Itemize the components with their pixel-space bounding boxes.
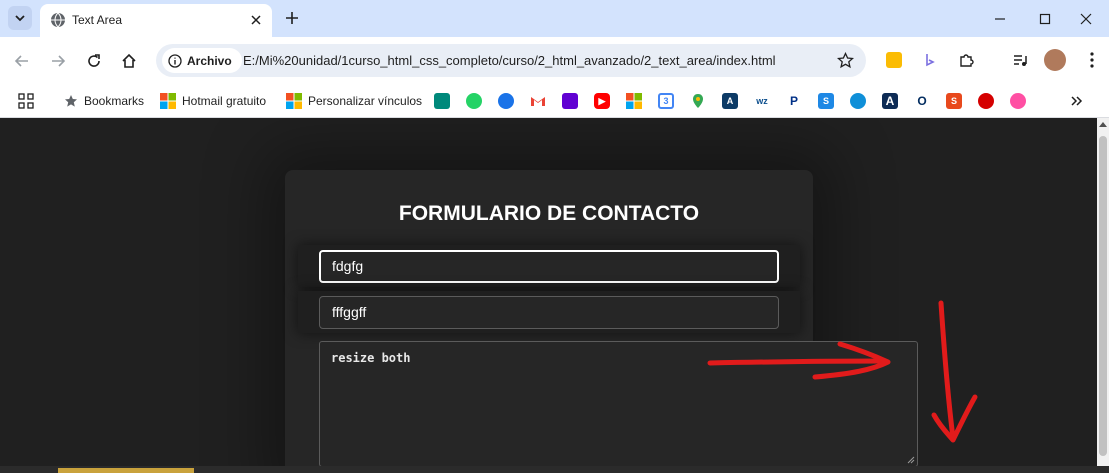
bookmark-whatsapp[interactable] [466, 91, 482, 111]
bookmark-label: Bookmarks [84, 94, 145, 108]
bookmark-maps[interactable] [690, 91, 706, 111]
calendar-icon: 3 [658, 93, 674, 109]
bookmark-calendar[interactable]: 3 [658, 91, 674, 111]
tab-title: Text Area [72, 13, 123, 27]
puzzle-icon[interactable] [956, 50, 976, 70]
bookmark-edge[interactable] [850, 91, 866, 111]
chevron-double-right-icon [1071, 96, 1083, 106]
bookmark-dots[interactable] [978, 91, 994, 111]
bookmark-s[interactable]: S [946, 91, 962, 111]
bing-extension-icon[interactable] [920, 50, 940, 70]
arrow-right-icon [52, 55, 66, 67]
bookmark-atlassian[interactable]: A [722, 91, 738, 111]
skull-icon [1010, 93, 1026, 109]
annotation-arrows [707, 300, 978, 443]
scroll-up-arrow[interactable] [1099, 122, 1107, 127]
bookmark-microsoft[interactable] [626, 91, 642, 111]
home-button[interactable] [117, 49, 141, 73]
bookmarks-overflow-button[interactable] [1070, 91, 1084, 111]
bookmark-label: Personalizar vínculos [308, 94, 423, 108]
maximize-icon [1039, 13, 1051, 24]
bookmark-paypal[interactable]: P [786, 91, 802, 111]
bookmark-sb[interactable]: S [818, 91, 834, 111]
vertical-scrollbar[interactable] [1097, 118, 1109, 473]
arrow-left-icon [14, 55, 28, 67]
arrow-right-annotation [707, 358, 888, 366]
sb-icon: S [818, 93, 834, 109]
site-info-label: Archivo [187, 53, 232, 68]
whatsapp-icon [466, 93, 482, 109]
info-icon [168, 53, 182, 68]
scroll-thumb[interactable] [1099, 136, 1107, 456]
youtube-icon: ▶ [594, 93, 610, 109]
mail-icon [562, 93, 578, 109]
windows-logo-icon [160, 93, 176, 109]
bookmark-wz[interactable]: wz [754, 91, 770, 111]
minimize-icon [995, 17, 1005, 20]
s-icon: S [946, 93, 962, 109]
bookmark-messages[interactable] [498, 91, 514, 111]
map-pin-icon [693, 94, 703, 108]
bookmark-personalizar[interactable]: Personalizar vínculos [286, 91, 422, 111]
paypal-icon: P [786, 93, 802, 109]
media-icon[interactable] [1010, 50, 1030, 70]
arrow-down-head [931, 394, 978, 443]
url-text: E:/Mi%20unidad/1curso_html_css_completo/… [243, 53, 776, 68]
reload-icon [88, 54, 100, 67]
globe-icon [51, 12, 65, 28]
arrow-down-annotation [938, 300, 956, 441]
close-icon [251, 15, 261, 25]
minimize-button[interactable] [977, 0, 1023, 37]
star-icon [65, 95, 77, 107]
tab-text-area[interactable]: Text Area [40, 4, 272, 37]
o2-icon: O [914, 93, 930, 109]
maximize-button[interactable] [1022, 0, 1068, 37]
bookmark-skull[interactable] [1010, 91, 1026, 111]
forward-button[interactable] [46, 49, 70, 73]
chevron-down-icon [15, 15, 25, 22]
keep-extension-icon[interactable] [884, 50, 904, 70]
bookmarks-bar: Bookmarks Hotmail gratuito Personalizar … [0, 84, 1109, 118]
apps-grid-icon [18, 93, 34, 109]
close-icon [1080, 13, 1092, 24]
tab-search-button[interactable] [8, 6, 32, 30]
bookmark-hotmail[interactable]: Hotmail gratuito [160, 91, 266, 111]
atlassian-icon: A [722, 93, 738, 109]
bookmark-gmail[interactable] [530, 91, 546, 111]
star-icon[interactable] [837, 52, 854, 69]
reload-button[interactable] [82, 49, 106, 73]
new-tab-button[interactable] [282, 8, 302, 28]
browser-toolbar: Archivo E:/Mi%20unidad/1curso_html_css_c… [0, 37, 1109, 84]
home-icon [122, 53, 136, 68]
bookmark-label: Hotmail gratuito [182, 94, 267, 108]
browser-titlebar: Text Area [0, 0, 1109, 37]
apps-button[interactable] [18, 91, 34, 111]
bookmark-youtube[interactable]: ▶ [594, 91, 610, 111]
messages-icon [498, 93, 514, 109]
menu-kebab-icon[interactable] [1082, 50, 1102, 70]
site-info-chip[interactable]: Archivo [162, 48, 242, 73]
gmail-icon [531, 97, 545, 106]
edge-icon [850, 93, 866, 109]
address-bar[interactable]: Archivo E:/Mi%20unidad/1curso_html_css_c… [156, 44, 866, 77]
bookmark-meet[interactable] [434, 91, 450, 111]
back-button[interactable] [10, 49, 34, 73]
taskbar-item[interactable] [58, 468, 194, 473]
avatar[interactable] [1044, 49, 1066, 71]
bookmark-yahoo-mail[interactable] [562, 91, 578, 111]
plus-icon [286, 12, 298, 24]
close-window-button[interactable] [1063, 0, 1109, 37]
wz-icon: wz [754, 93, 770, 109]
bookmark-o2[interactable]: O [914, 91, 930, 111]
tab-close-button[interactable] [248, 12, 264, 28]
bookmark-bookmarks[interactable]: Bookmarks [64, 91, 144, 111]
bookmark-a[interactable]: A [882, 91, 898, 111]
a-icon: A [882, 93, 898, 109]
windows-logo-icon [626, 93, 642, 109]
page-viewport: FORMULARIO DE CONTACTO fdgfg fffggff res… [0, 118, 1097, 473]
windows-logo-icon [286, 93, 302, 109]
dots-icon [978, 93, 994, 109]
meet-icon [434, 93, 450, 109]
